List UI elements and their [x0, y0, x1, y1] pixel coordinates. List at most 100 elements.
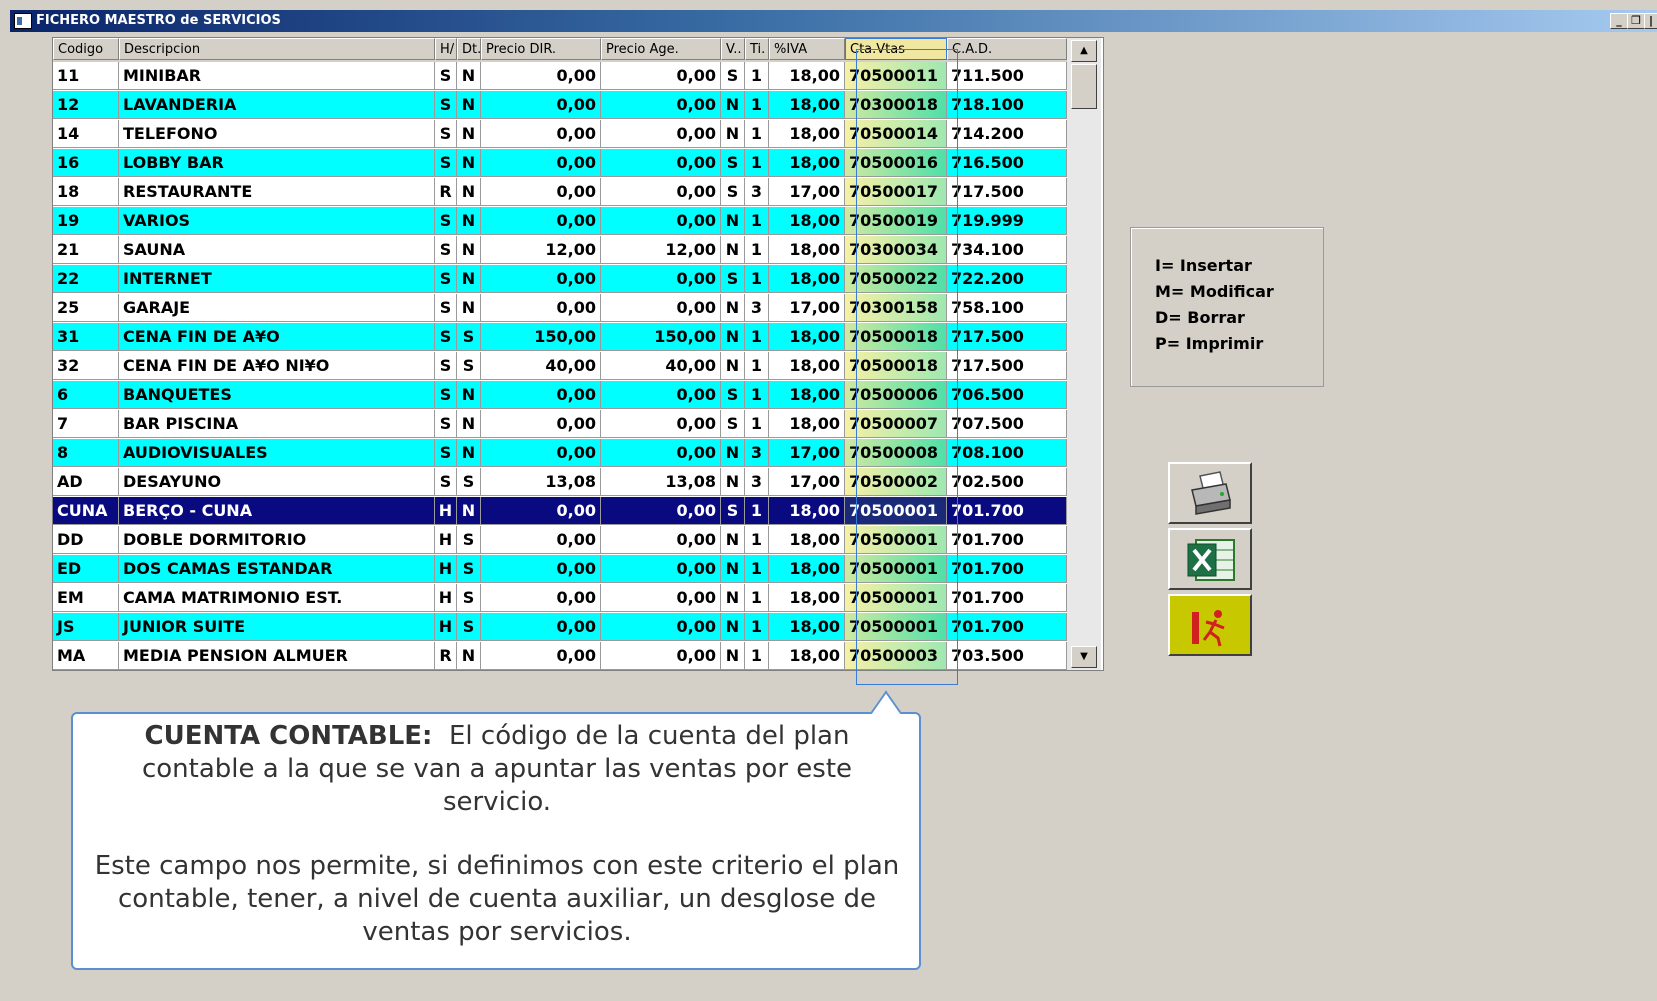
table-cell[interactable]: S — [721, 149, 745, 177]
table-cell[interactable]: 14 — [53, 120, 119, 148]
table-cell[interactable]: MEDIA PENSION ALMUER — [119, 642, 435, 670]
table-cell[interactable]: 18,00 — [769, 613, 845, 641]
table-cell[interactable]: 1 — [745, 555, 769, 583]
table-cell[interactable]: 0,00 — [601, 555, 721, 583]
table-cell[interactable]: 1 — [745, 120, 769, 148]
column-header[interactable]: Ti. — [745, 38, 769, 60]
table-row[interactable]: 19 VARIOS S N 0,00 0,00 N 1 18,00 70500019 719.999 — [53, 207, 1067, 235]
table-cell[interactable]: 3 — [745, 439, 769, 467]
table-cell[interactable]: DESAYUNO — [119, 468, 435, 496]
table-cell[interactable]: 707.500 — [947, 410, 1067, 438]
table-cell[interactable]: 6 — [53, 381, 119, 409]
table-cell[interactable]: 718.100 — [947, 91, 1067, 119]
table-cell[interactable]: 16 — [53, 149, 119, 177]
table-cell[interactable]: N — [457, 410, 481, 438]
table-cell[interactable]: 150,00 — [481, 323, 601, 351]
table-cell[interactable]: S — [457, 468, 481, 496]
table-cell[interactable]: 717.500 — [947, 323, 1067, 351]
table-cell[interactable]: 18 — [53, 178, 119, 206]
column-header[interactable]: Descripcion — [119, 38, 435, 60]
table-cell[interactable]: N — [457, 497, 481, 525]
table-cell[interactable]: 701.700 — [947, 584, 1067, 612]
table-cell[interactable]: 18,00 — [769, 555, 845, 583]
table-cell[interactable]: 0,00 — [601, 120, 721, 148]
table-cell[interactable]: S — [435, 236, 457, 264]
table-cell[interactable]: 701.700 — [947, 526, 1067, 554]
table-cell[interactable]: DOBLE DORMITORIO — [119, 526, 435, 554]
table-cell[interactable]: 18,00 — [769, 526, 845, 554]
table-cell[interactable]: 711.500 — [947, 62, 1067, 90]
table-cell[interactable]: 0,00 — [481, 410, 601, 438]
table-cell[interactable]: N — [457, 149, 481, 177]
table-row[interactable]: 31 CENA FIN DE A¥O S S 150,00 150,00 N 1 18,00 70… — [53, 323, 1067, 351]
table-cell[interactable]: 70500019 — [845, 207, 947, 235]
table-cell[interactable]: 0,00 — [601, 584, 721, 612]
table-cell[interactable]: 18,00 — [769, 149, 845, 177]
table-row[interactable]: 6 BANQUETES S N 0,00 0,00 S 1 18,00 70500006 706.5… — [53, 381, 1067, 409]
table-cell[interactable]: BAR PISCINA — [119, 410, 435, 438]
table-cell[interactable]: 0,00 — [481, 613, 601, 641]
table-cell[interactable]: 0,00 — [481, 91, 601, 119]
table-cell[interactable]: S — [457, 555, 481, 583]
table-cell[interactable]: 18,00 — [769, 410, 845, 438]
table-cell[interactable]: S — [435, 294, 457, 322]
table-cell[interactable]: 0,00 — [601, 642, 721, 670]
table-cell[interactable]: N — [457, 265, 481, 293]
table-cell[interactable]: S — [435, 323, 457, 351]
table-cell[interactable]: S — [457, 323, 481, 351]
table-cell[interactable]: AUDIOVISUALES — [119, 439, 435, 467]
table-cell[interactable]: 0,00 — [601, 613, 721, 641]
table-cell[interactable]: 70500014 — [845, 120, 947, 148]
table-cell[interactable]: 40,00 — [601, 352, 721, 380]
table-cell[interactable]: N — [721, 236, 745, 264]
table-cell[interactable]: 150,00 — [601, 323, 721, 351]
table-row[interactable]: 18 RESTAURANTE R N 0,00 0,00 S 3 17,00 70500017 71… — [53, 178, 1067, 206]
table-cell[interactable]: 0,00 — [481, 526, 601, 554]
table-cell[interactable]: MINIBAR — [119, 62, 435, 90]
table-cell[interactable]: N — [721, 352, 745, 380]
table-cell[interactable]: S — [435, 207, 457, 235]
table-cell[interactable]: 0,00 — [481, 149, 601, 177]
table-cell[interactable]: 70500016 — [845, 149, 947, 177]
table-cell[interactable]: 708.100 — [947, 439, 1067, 467]
table-cell[interactable]: 1 — [745, 526, 769, 554]
table-cell[interactable]: 70500022 — [845, 265, 947, 293]
table-cell[interactable]: N — [721, 526, 745, 554]
table-cell[interactable]: 18,00 — [769, 207, 845, 235]
table-cell[interactable]: 12,00 — [481, 236, 601, 264]
column-header[interactable]: Precio Age. — [601, 38, 721, 60]
table-cell[interactable]: 70500011 — [845, 62, 947, 90]
table-cell[interactable]: N — [721, 91, 745, 119]
table-cell[interactable]: 1 — [745, 410, 769, 438]
table-cell[interactable]: 734.100 — [947, 236, 1067, 264]
table-cell[interactable]: 18,00 — [769, 91, 845, 119]
table-cell[interactable]: S — [435, 149, 457, 177]
table-cell[interactable]: 0,00 — [481, 294, 601, 322]
table-cell[interactable]: N — [457, 439, 481, 467]
table-cell[interactable]: 70500001 — [845, 584, 947, 612]
table-cell[interactable]: S — [457, 352, 481, 380]
table-cell[interactable]: ED — [53, 555, 119, 583]
table-cell[interactable]: 17,00 — [769, 468, 845, 496]
table-cell[interactable]: 0,00 — [481, 497, 601, 525]
table-cell[interactable]: 13,08 — [601, 468, 721, 496]
table-cell[interactable]: S — [721, 265, 745, 293]
table-cell[interactable]: 7 — [53, 410, 119, 438]
table-cell[interactable]: 12 — [53, 91, 119, 119]
table-cell[interactable]: N — [457, 207, 481, 235]
excel-button[interactable] — [1168, 528, 1252, 590]
table-cell[interactable]: 714.200 — [947, 120, 1067, 148]
table-cell[interactable]: S — [721, 62, 745, 90]
table-cell[interactable]: 17,00 — [769, 178, 845, 206]
table-cell[interactable]: H — [435, 584, 457, 612]
table-cell[interactable]: 717.500 — [947, 352, 1067, 380]
table-cell[interactable]: 70300034 — [845, 236, 947, 264]
table-cell[interactable]: EM — [53, 584, 119, 612]
table-cell[interactable]: 8 — [53, 439, 119, 467]
exit-button[interactable] — [1168, 594, 1252, 656]
table-cell[interactable]: 70500018 — [845, 352, 947, 380]
table-cell[interactable]: 0,00 — [601, 265, 721, 293]
table-cell[interactable]: 0,00 — [481, 381, 601, 409]
table-row[interactable]: EM CAMA MATRIMONIO EST. H S 0,00 0,00 N 1 18,00 7… — [53, 584, 1067, 612]
table-cell[interactable]: 12,00 — [601, 236, 721, 264]
